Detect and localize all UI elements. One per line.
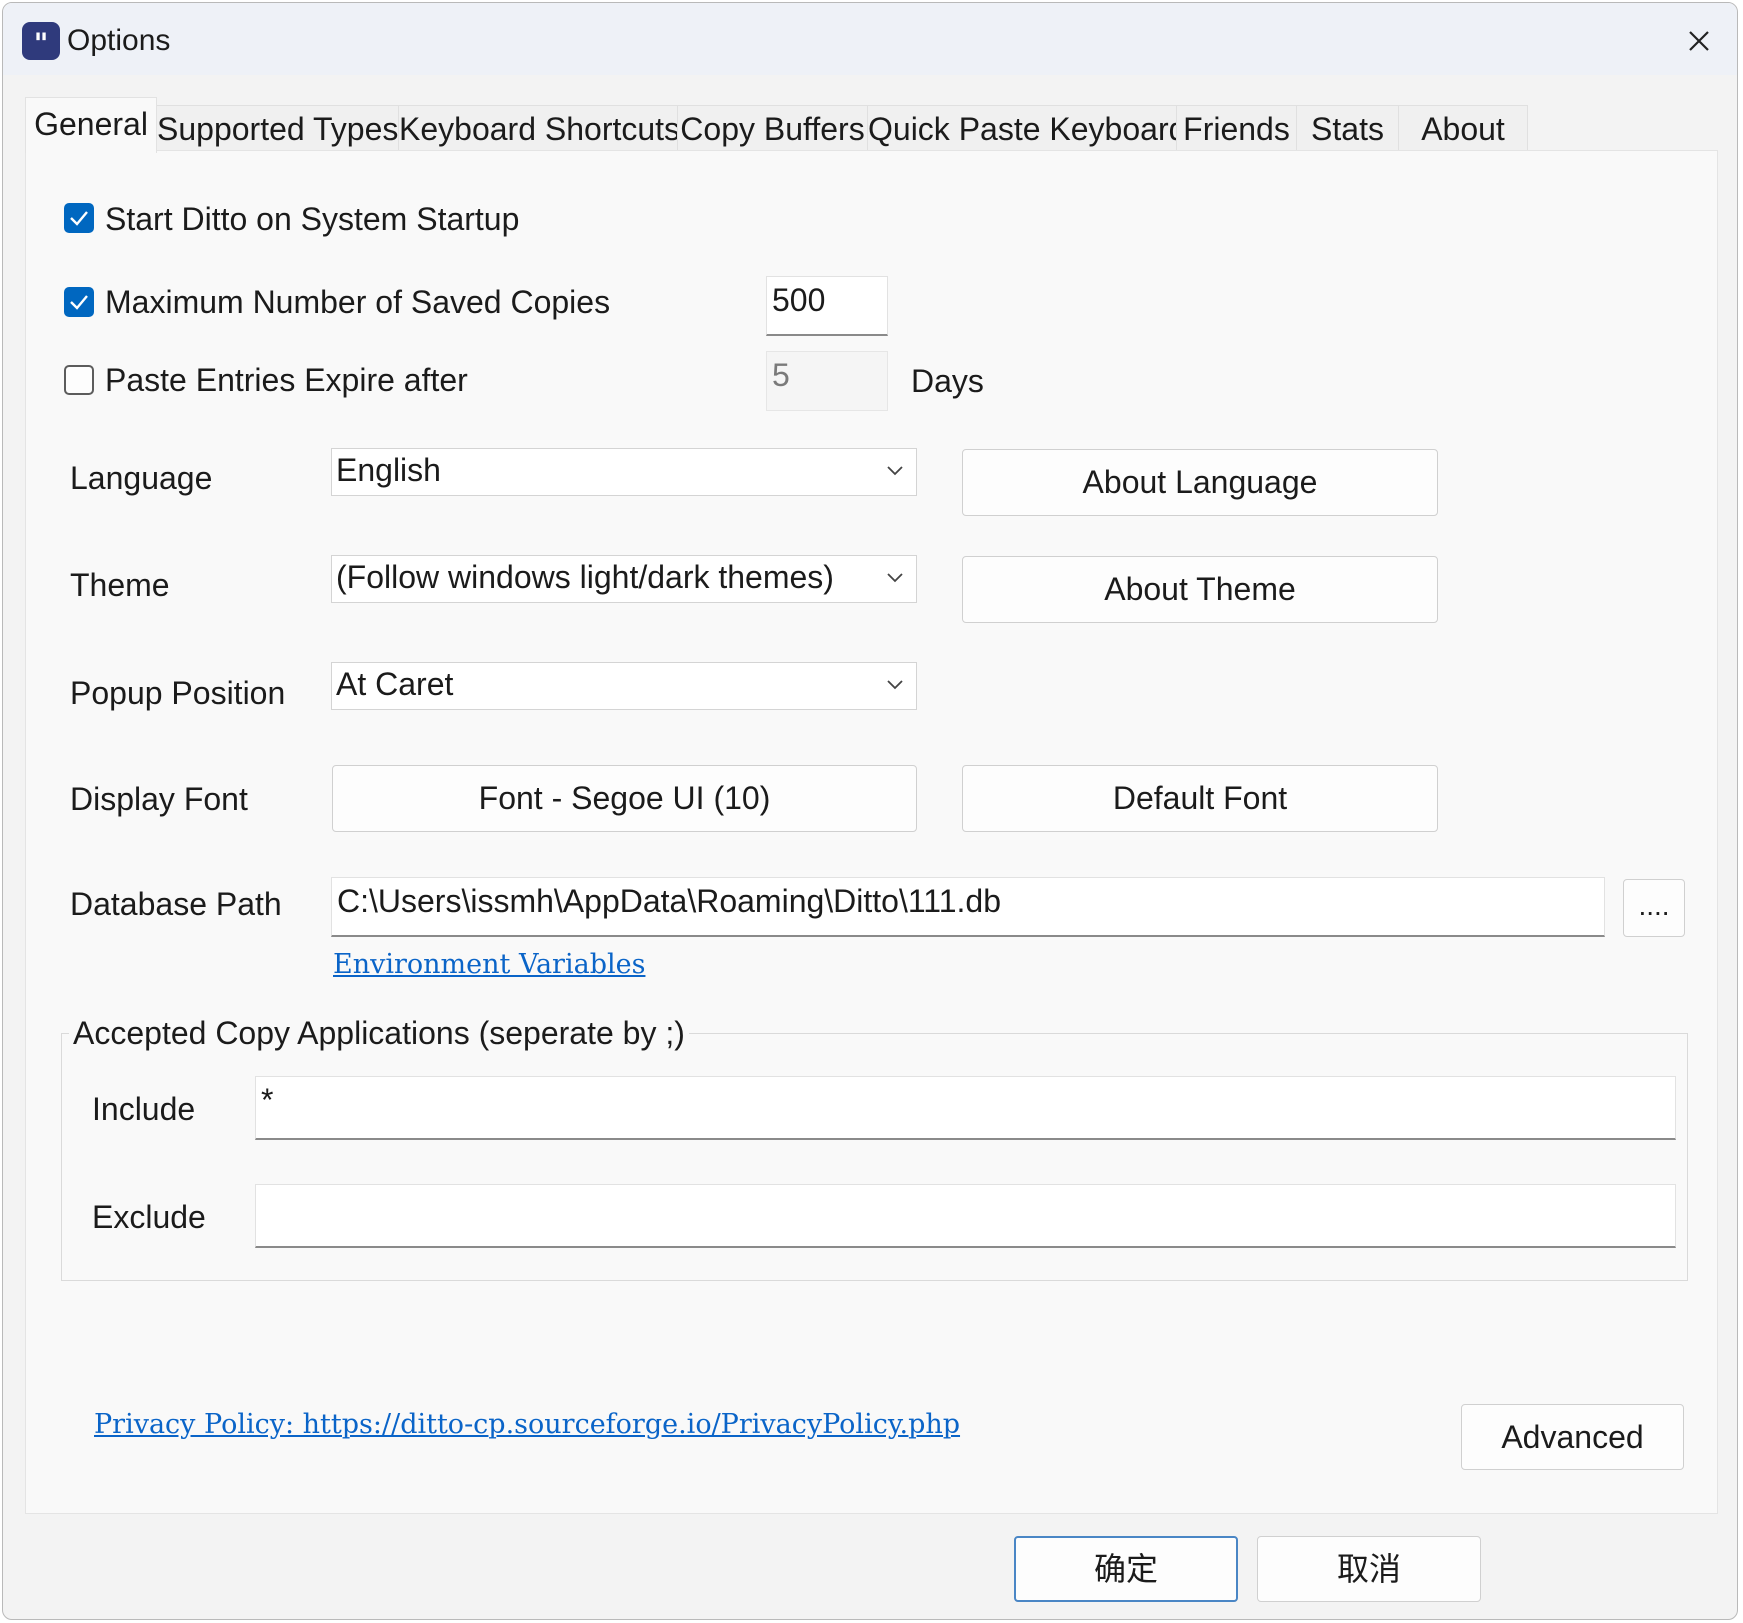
theme-label: Theme [70,567,170,603]
tab-quick-paste-keyboard[interactable]: Quick Paste Keyboard [867,105,1186,151]
tab-copy-buffers[interactable]: Copy Buffers [677,105,868,151]
include-label: Include [92,1091,196,1127]
language-label: Language [70,460,213,496]
theme-select-value: (Follow windows light/dark themes) [336,559,834,595]
start-on-startup-label: Start Ditto on System Startup [105,201,520,237]
about-theme-button[interactable]: About Theme [962,556,1438,623]
popup-position-select-value: At Caret [336,666,454,702]
environment-variables-link[interactable]: Environment Variables [333,949,645,980]
expire-days-unit: Days [911,363,984,399]
expire-entries-checkbox[interactable] [64,365,94,395]
chevron-down-icon [887,680,903,690]
options-window: " Options General Supported Types Keyboa… [2,2,1738,1620]
database-path-input[interactable]: C:\Users\issmh\AppData\Roaming\Ditto\111… [331,877,1605,937]
ditto-app-icon: " [22,22,60,60]
tab-general[interactable]: General [25,97,157,153]
font-select-button[interactable]: Font - Segoe UI (10) [332,765,917,832]
checkmark-icon [70,295,88,310]
window-title: Options [67,24,171,57]
theme-select[interactable]: (Follow windows light/dark themes) [331,555,917,603]
max-copies-checkbox[interactable] [64,287,94,317]
database-path-label: Database Path [70,886,282,922]
language-select[interactable]: English [331,448,917,496]
close-button[interactable] [1677,19,1721,63]
language-select-value: English [336,452,441,488]
tab-strip: General Supported Types Keyboard Shortcu… [25,97,1675,153]
default-font-button[interactable]: Default Font [962,765,1438,832]
checkmark-icon [70,211,88,226]
about-language-button[interactable]: About Language [962,449,1438,516]
expire-days-input[interactable]: 5 [766,351,888,411]
chevron-down-icon [887,573,903,583]
chevron-down-icon [887,466,903,476]
tab-friends[interactable]: Friends [1176,105,1297,151]
max-copies-label: Maximum Number of Saved Copies [105,284,611,320]
close-icon [1689,31,1709,51]
max-copies-input[interactable]: 500 [766,276,888,336]
popup-position-label: Popup Position [70,675,286,711]
accepted-apps-title: Accepted Copy Applications (seperate by … [69,1013,689,1053]
display-font-label: Display Font [70,781,248,817]
expire-entries-label: Paste Entries Expire after [105,362,468,398]
tab-supported-types[interactable]: Supported Types [156,105,399,151]
cancel-button[interactable]: 取消 [1257,1536,1481,1602]
tab-about[interactable]: About [1398,105,1528,151]
advanced-button[interactable]: Advanced [1461,1404,1684,1470]
ok-button[interactable]: 确定 [1014,1536,1238,1602]
exclude-input[interactable] [255,1184,1676,1248]
exclude-label: Exclude [92,1199,206,1235]
include-input[interactable]: * [255,1076,1676,1140]
tab-stats[interactable]: Stats [1296,105,1399,151]
tab-keyboard-shortcuts[interactable]: Keyboard Shortcuts [398,105,680,151]
title-bar: " Options [3,3,1737,75]
popup-position-select[interactable]: At Caret [331,662,917,710]
start-on-startup-checkbox[interactable] [64,203,94,233]
browse-database-button[interactable]: .... [1623,879,1685,937]
privacy-policy-link[interactable]: Privacy Policy: https://ditto-cp.sourcef… [94,1409,960,1440]
